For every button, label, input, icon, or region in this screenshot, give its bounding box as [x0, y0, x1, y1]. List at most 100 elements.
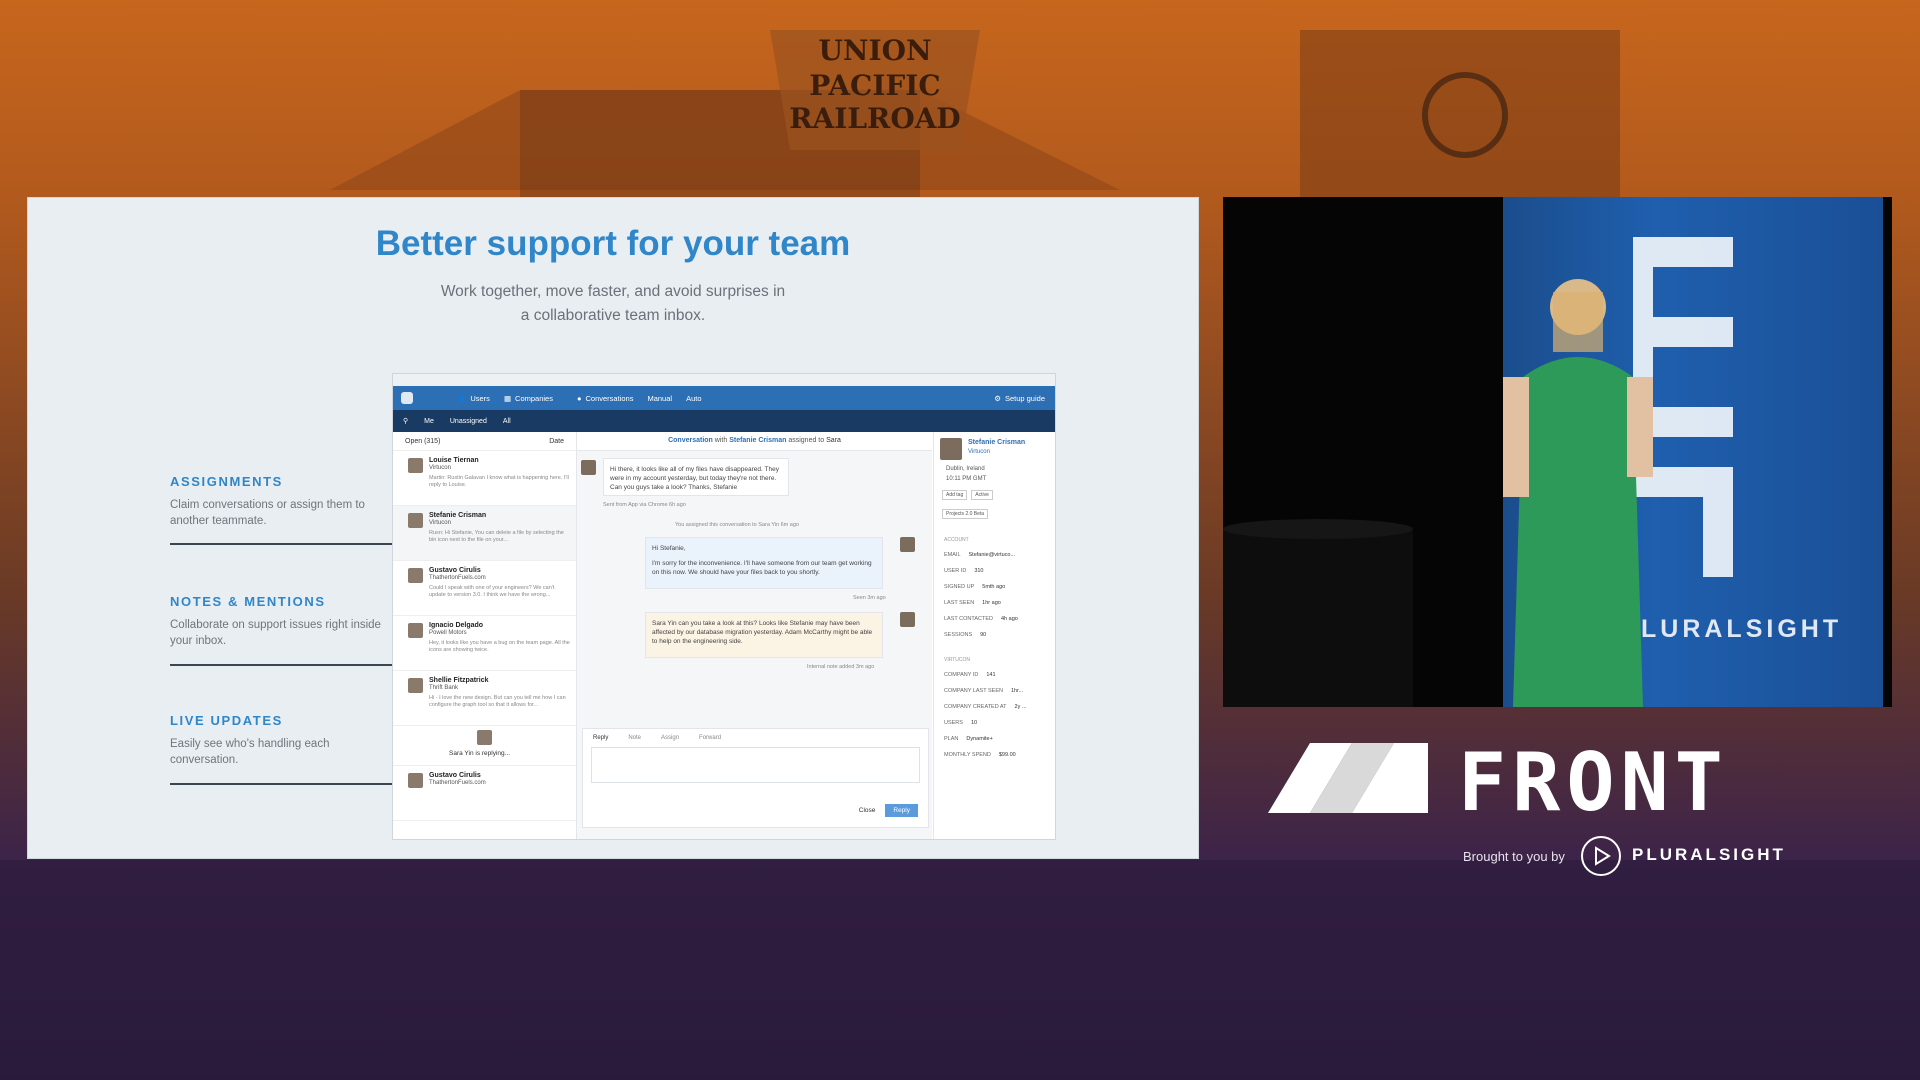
- avatar: [408, 513, 423, 528]
- nav-users[interactable]: 👤 Users: [457, 394, 490, 403]
- filter-me[interactable]: Me: [424, 418, 434, 425]
- user-profile-panel: Stefanie Crisman Virtucon Dublin, Irelan…: [933, 432, 1055, 839]
- attr-value: Dynamite+: [966, 736, 993, 742]
- message-preview: Hey, it looks like you have a bug on the…: [429, 640, 570, 653]
- tab-assign[interactable]: Assign: [661, 735, 679, 741]
- attr-key: USER ID: [944, 568, 967, 574]
- contact-name: Stefanie Crisman: [429, 512, 487, 519]
- profile-name[interactable]: Stefanie Crisman: [968, 439, 1025, 446]
- feature-desc: Easily see who's handling each conversat…: [170, 738, 330, 766]
- nav-conversations-label: Conversations: [585, 393, 634, 403]
- profile-location: Dublin, Ireland: [946, 466, 985, 472]
- avatar: [581, 460, 596, 475]
- attr-value: 141: [986, 672, 996, 678]
- profile-time: 10:11 PM GMT: [946, 476, 987, 482]
- attr-key: PLAN: [944, 736, 959, 742]
- reply-tabs: Reply Note Assign Forward: [583, 729, 928, 747]
- reply-input[interactable]: [591, 747, 920, 783]
- setup-guide-link[interactable]: ⚙ Setup guide: [994, 394, 1045, 403]
- contact-name: Shellie Fitzpatrick: [429, 677, 489, 684]
- list-item-replying[interactable]: Sara Yin is replying...: [393, 726, 576, 766]
- nav-conversations[interactable]: ● Conversations: [577, 394, 633, 403]
- message-preview: Could I speak with one of your engineers…: [429, 585, 555, 598]
- attr-value: 2y ...: [1014, 704, 1027, 710]
- reply-composer: Reply Note Assign Forward Close Reply: [582, 728, 929, 828]
- tag-projects[interactable]: Projects 2.0 Beta: [942, 509, 989, 519]
- list-header: Open (315) Date: [393, 432, 576, 451]
- list-item[interactable]: Stefanie Crisman Virtucon Rusn: Hi Stefani…: [393, 506, 576, 561]
- tab-note[interactable]: Note: [628, 735, 641, 741]
- filter-all[interactable]: All: [503, 418, 511, 425]
- tag-active[interactable]: Active: [971, 490, 993, 500]
- internal-note: Sara Yin can you take a look at this? Lo…: [645, 612, 883, 658]
- sign-line-2: PACIFIC: [809, 69, 940, 102]
- attr-value: 10: [970, 720, 978, 726]
- attr-value: Stefanie@virtuco...: [968, 552, 1016, 558]
- avatar: [900, 537, 915, 552]
- slide-subtitle-line-2: a collaborative team inbox.: [520, 307, 706, 324]
- reply-greeting: Hi Stefanie,: [652, 545, 686, 552]
- attr-row: USER ID 310: [934, 563, 1055, 579]
- avatar: [408, 623, 423, 638]
- search-icon[interactable]: ⚲: [403, 417, 408, 425]
- attr-row: SIGNED UP 5mth ago: [934, 579, 1055, 595]
- conversation-header: Conversation with Stefanie Crisman assig…: [577, 432, 932, 451]
- profile-header: Stefanie Crisman Virtucon Dublin, Irelan…: [934, 432, 1055, 502]
- attr-value: 1hr ago: [982, 600, 1001, 606]
- contact-name: Ignacio Delgado: [429, 622, 484, 629]
- slide-subtitle: Work together, move faster, and avoid su…: [28, 280, 1198, 328]
- attr-key: COMPANY ID: [944, 672, 979, 678]
- close-button[interactable]: Close: [859, 807, 876, 814]
- sort-date[interactable]: Date: [549, 438, 564, 445]
- list-item[interactable]: Louise Tiernan Virtucon Martin: Rustin Gal…: [393, 451, 576, 506]
- slide-subtitle-line-1: Work together, move faster, and avoid su…: [440, 283, 786, 300]
- nav-manual[interactable]: Manual: [647, 394, 672, 403]
- contact-company: Virtucon: [429, 520, 451, 526]
- app-top-nav: 👤 Users ▦ Companies ● Conversations Manu…: [393, 386, 1055, 410]
- attr-key: COMPANY CREATED AT: [944, 704, 1007, 710]
- reply-button[interactable]: Reply: [885, 804, 918, 817]
- sign-line-3: RAILROAD: [789, 102, 960, 135]
- profile-company[interactable]: Virtucon: [968, 449, 990, 455]
- sign-line-1: UNION: [818, 34, 931, 67]
- message-preview: Martin: Rustin Galavan I know what is ha…: [429, 475, 569, 488]
- front-logo: FRONT: [1268, 738, 1723, 818]
- app-logo-icon[interactable]: [401, 392, 413, 404]
- feature-heading: LIVE UPDATES: [170, 713, 283, 728]
- nav-auto[interactable]: Auto: [686, 394, 701, 403]
- list-item[interactable]: Gustavo Cirulis ThathertonFuels.com: [393, 766, 576, 821]
- contact-name: Gustavo Cirulis: [429, 567, 481, 574]
- open-filter[interactable]: Open (315): [405, 438, 440, 445]
- add-tag-button[interactable]: Add tag: [942, 490, 968, 500]
- conv-header-name[interactable]: Stefanie Crisman: [729, 437, 786, 444]
- attr-value: $99.00: [998, 752, 1016, 758]
- attr-row: COMPANY ID 141: [934, 667, 1055, 683]
- message-meta: Seen 3m ago: [853, 595, 886, 601]
- conv-header-assignee[interactable]: Sara: [826, 437, 841, 444]
- avatar: [477, 730, 492, 745]
- tab-forward[interactable]: Forward: [699, 735, 721, 741]
- nav-auto-label: Auto: [686, 393, 702, 403]
- app-sub-nav: ⚲ Me Unassigned All: [393, 410, 1055, 432]
- attr-row: EMAIL Stefanie@virtuco...: [934, 547, 1055, 563]
- feature-desc: Claim conversations or assign them to an…: [170, 499, 365, 527]
- list-item[interactable]: Shellie Fitzpatrick Thrift Bank Hi - I lov…: [393, 671, 576, 726]
- attr-row: SESSIONS 90: [934, 627, 1055, 643]
- nav-manual-label: Manual: [647, 393, 673, 403]
- contact-name: Gustavo Cirulis: [429, 772, 481, 779]
- nav-companies[interactable]: ▦ Companies: [504, 394, 553, 403]
- attr-key: MONTHLY SPEND: [944, 752, 991, 758]
- attr-value: 5mth ago: [982, 584, 1006, 590]
- avatar: [940, 438, 962, 460]
- message-meta: Sent from App via Chrome 6h ago: [603, 502, 686, 508]
- reply-body: I'm sorry for the inconvenience. I'll ha…: [652, 560, 872, 576]
- list-item[interactable]: Gustavo Cirulis ThathertonFuels.com Could …: [393, 561, 576, 616]
- attr-value: 1hr...: [1011, 688, 1024, 694]
- feature-heading: NOTES & MENTIONS: [170, 594, 326, 609]
- list-item[interactable]: Ignacio Delgado Powell Motors Hey, it look…: [393, 616, 576, 671]
- tab-reply[interactable]: Reply: [593, 735, 608, 741]
- customer-message: Hi there, it looks like all of my files …: [603, 458, 789, 496]
- feature-live-updates: LIVE UPDATES Easily see who's handling e…: [170, 713, 385, 768]
- filter-unassigned[interactable]: Unassigned: [450, 418, 487, 425]
- contact-company: Thrift Bank: [429, 685, 459, 691]
